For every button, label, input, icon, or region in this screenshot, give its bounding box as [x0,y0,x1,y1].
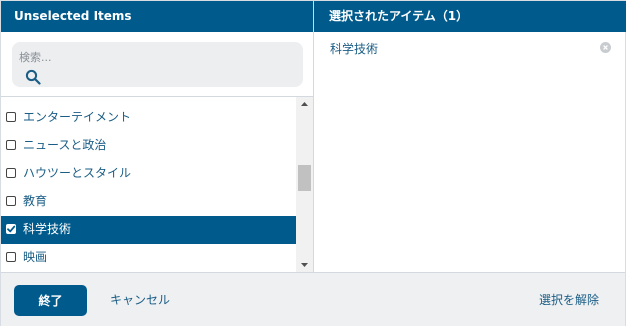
selected-panel: 選択されたアイテム（1） 科学技術 [314,1,626,272]
item-checkbox[interactable] [6,252,16,262]
item-checkbox[interactable] [6,168,16,178]
list-item[interactable]: エンターテイメント [1,104,296,132]
cancel-button[interactable]: キャンセル [110,285,170,316]
selected-item: 科学技術 [314,32,626,62]
search-box[interactable] [12,42,303,87]
item-label: 教育 [23,194,48,208]
item-label: ハウツーとスタイル [23,166,132,180]
selected-item-label: 科学技術 [330,42,379,56]
remove-item-icon[interactable] [600,42,611,53]
checkmark-icon [7,225,16,233]
unselected-panel: Unselected Items エンターテイメント ニュースと政治 [1,1,314,272]
list-item[interactable]: ハウツーとスタイル [1,160,296,188]
scroll-down-arrow-icon[interactable] [296,258,313,272]
item-label: 科学技術 [23,222,72,236]
scrollbar-thumb[interactable] [298,165,311,191]
clear-selection-button[interactable]: 選択を解除 [539,285,599,316]
list-item-selected[interactable]: 科学技術 [1,216,296,244]
search-input[interactable] [19,48,279,66]
item-checkbox[interactable] [6,140,16,150]
item-label: ニュースと政治 [23,138,107,152]
unselected-list: エンターテイメント ニュースと政治 ハウツーとスタイル 教育 科学技術 映画 [1,97,313,272]
item-checkbox[interactable] [6,112,16,122]
list-item[interactable]: 教育 [1,188,296,216]
item-checkbox-checked[interactable] [6,224,16,234]
item-picker-dialog: Unselected Items エンターテイメント ニュースと政治 [0,0,626,326]
selected-panel-title: 選択されたアイテム（1） [314,1,626,32]
scroll-up-arrow-icon[interactable] [296,97,313,111]
item-label: 映画 [23,250,48,264]
unselected-panel-title: Unselected Items [1,1,313,32]
search-area [1,32,313,97]
item-label: エンターテイメント [23,110,132,124]
done-button[interactable]: 終了 [14,285,87,316]
unselected-items: エンターテイメント ニュースと政治 ハウツーとスタイル 教育 科学技術 映画 [1,104,296,272]
vertical-scrollbar[interactable] [296,97,313,272]
search-icon[interactable] [25,69,41,85]
list-item[interactable]: ニュースと政治 [1,132,296,160]
dialog-footer: 終了 キャンセル 選択を解除 [1,272,625,326]
list-item[interactable]: 映画 [1,244,296,272]
item-checkbox[interactable] [6,196,16,206]
